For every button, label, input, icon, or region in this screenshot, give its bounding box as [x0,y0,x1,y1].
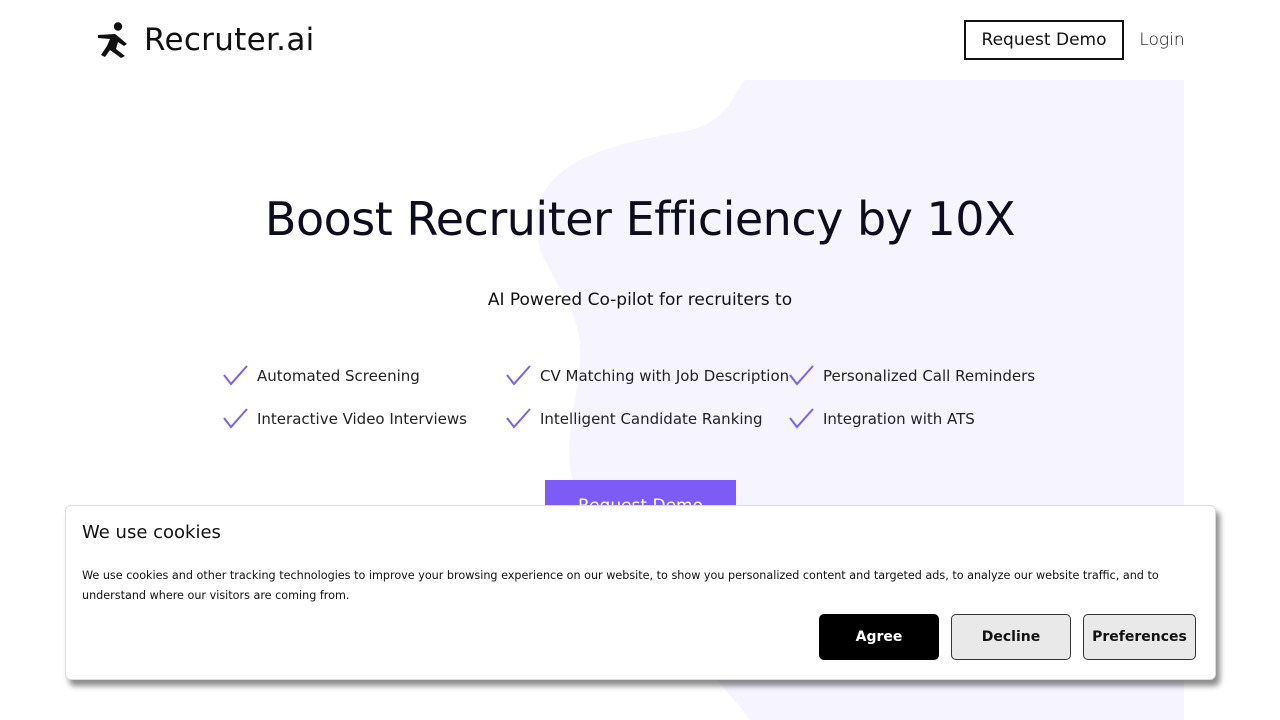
preferences-button[interactable]: Preferences [1083,614,1196,660]
cookie-banner-text: We use cookies and other tracking techno… [82,569,1159,602]
hero-subtitle: AI Powered Co-pilot for recruiters to [487,290,793,310]
feature-item: Interactive Video Interviews [222,403,467,435]
brand-name: Recruter.ai [144,22,315,58]
feature-item: Automated Screening [222,360,420,392]
hero-title: Boost Recruiter Efficiency by 10X [264,192,1016,246]
check-icon [223,365,248,386]
feature-label: CV Matching with Job Description [540,367,790,385]
site-header: Recruter.ai Request Demo Login [0,0,1280,80]
feature-item: Intelligent Candidate Ranking [505,403,763,435]
page: Recruter.ai Request Demo Login Boost Rec… [0,0,1280,720]
running-figure-icon [98,22,127,58]
header-request-demo-button[interactable]: Request Demo [964,20,1124,60]
feature-item: Personalized Call Reminders [788,360,1035,392]
login-link[interactable]: Login [1136,20,1188,60]
feature-item: Integration with ATS [788,403,975,435]
feature-label: Integration with ATS [823,410,975,428]
check-icon [789,408,814,429]
decline-button[interactable]: Decline [951,614,1071,660]
check-icon [506,365,531,386]
feature-label: Automated Screening [257,367,420,385]
feature-label: Personalized Call Reminders [823,367,1036,385]
check-icon [789,365,814,386]
check-icon [506,408,531,429]
feature-item: CV Matching with Job Description [505,360,789,392]
feature-label: Intelligent Candidate Ranking [540,410,763,428]
feature-list: Automated Screening CV Matching with Job… [222,360,1082,450]
cookie-banner-title: We use cookies [82,522,221,543]
brand-logo[interactable]: Recruter.ai [96,20,315,60]
cookie-banner: We use cookies We use cookies and other … [65,505,1216,680]
check-icon [223,408,248,429]
agree-button[interactable]: Agree [819,614,939,660]
feature-label: Interactive Video Interviews [257,410,467,428]
